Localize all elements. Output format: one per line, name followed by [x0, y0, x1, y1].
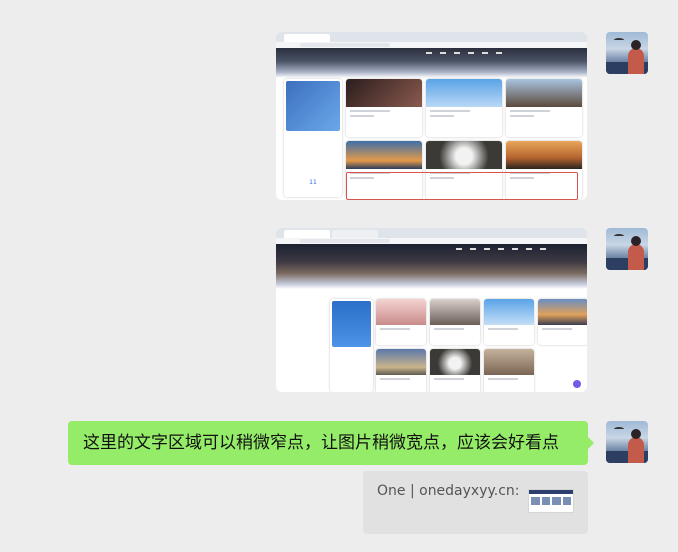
user-avatar[interactable] [606, 32, 648, 74]
post-card [376, 349, 426, 392]
post-card [506, 79, 582, 137]
profile-sidebar: 11 [284, 79, 342, 197]
hero-banner [276, 244, 587, 289]
date-number: 11 [309, 179, 317, 186]
post-card [484, 349, 534, 392]
quote-text: One | onedayxyy.cn: [377, 483, 520, 499]
user-avatar[interactable] [606, 421, 648, 463]
highlight-box [346, 172, 578, 200]
post-card [346, 79, 422, 137]
quote-thumbnail[interactable] [528, 489, 574, 513]
quoted-message[interactable]: One | onedayxyy.cn: [363, 471, 588, 534]
post-card [376, 299, 426, 345]
user-avatar[interactable] [606, 228, 648, 270]
post-card [538, 299, 587, 345]
card-grid [376, 299, 587, 392]
profile-sidebar [330, 299, 373, 392]
image-message-1[interactable]: 11 [276, 32, 587, 200]
post-card [430, 349, 480, 392]
hero-banner [276, 48, 587, 78]
post-card [430, 299, 480, 345]
image-message-2[interactable] [276, 228, 587, 392]
post-card [484, 299, 534, 345]
post-card [426, 79, 502, 137]
floating-action-button [573, 380, 581, 388]
text-message-bubble[interactable]: 这里的文字区域可以稍微窄点，让图片稍微宽点，应该会好看点 [68, 421, 594, 465]
